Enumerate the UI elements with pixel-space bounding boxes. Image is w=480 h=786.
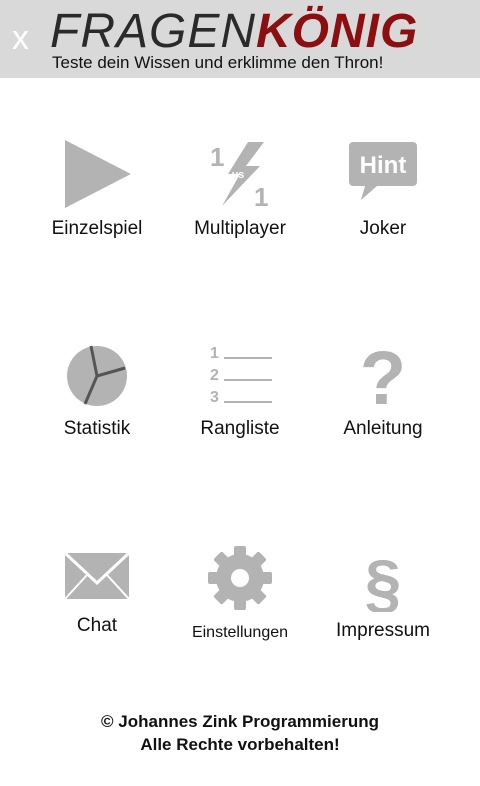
menu-item-statistik[interactable]: Statistik	[22, 342, 172, 472]
footer: © Johannes Zink Programmierung Alle Rech…	[0, 710, 480, 756]
envelope-icon	[63, 551, 131, 600]
multiplayer-top-digit: 1	[210, 142, 224, 172]
hint-bubble-icon: Hint	[349, 142, 417, 200]
menu-item-anleitung[interactable]: ? Anleitung	[308, 342, 458, 472]
menu-item-label: Joker	[359, 218, 407, 239]
menu-item-label: Statistik	[63, 418, 131, 439]
app-header: x FRAGENKÖNIG Teste dein Wissen und erkl…	[0, 0, 480, 78]
question-glyph: ?	[360, 342, 406, 410]
app-title: FRAGENKÖNIG	[50, 6, 418, 58]
menu-item-label: Anleitung	[343, 418, 423, 439]
play-icon	[65, 140, 131, 208]
app-title-part1: FRAGEN	[50, 5, 257, 58]
multiplayer-vs-text: vs	[232, 169, 244, 181]
question-mark-icon: ?	[360, 342, 406, 410]
versus-lightning-icon: 1 vs 1	[210, 142, 268, 210]
menu-item-rangliste[interactable]: 1 2 3 Rangliste	[165, 342, 315, 472]
menu-item-label: Chat	[76, 615, 118, 636]
menu-item-joker[interactable]: Hint Joker	[308, 138, 458, 268]
section-sign-icon: §	[365, 546, 402, 612]
menu-item-einzelspiel[interactable]: Einzelspiel	[22, 138, 172, 268]
rights-text: Alle Rechte vorbehalten!	[140, 735, 340, 754]
rank-3-digit: 3	[210, 389, 219, 406]
pie-chart-icon	[67, 345, 127, 406]
menu-item-label: Multiplayer	[194, 218, 286, 239]
multiplayer-bottom-digit: 1	[254, 182, 268, 210]
menu-item-label: Rangliste	[200, 418, 280, 439]
rank-2-digit: 2	[210, 367, 219, 384]
menu-item-label: Impressum	[336, 620, 430, 641]
app-subtitle: Teste dein Wissen und erklimme den Thron…	[52, 53, 384, 72]
app-title-part2: KÖNIG	[256, 5, 419, 58]
section-glyph: §	[365, 546, 402, 612]
copyright-text: © Johannes Zink Programmierung	[101, 712, 379, 731]
menu-item-multiplayer[interactable]: 1 vs 1 Multiplayer	[165, 138, 315, 268]
menu-item-chat[interactable]: Chat	[22, 547, 172, 677]
gear-icon	[208, 546, 272, 610]
rank-1-digit: 1	[210, 345, 219, 362]
hint-text: Hint	[360, 152, 407, 179]
ranked-list-icon: 1 2 3	[210, 345, 272, 406]
menu-item-label: Einstellungen	[191, 624, 289, 641]
menu-item-impressum[interactable]: § Impressum	[308, 544, 458, 674]
menu-item-label: Einzelspiel	[51, 218, 143, 239]
close-button[interactable]: x	[12, 20, 36, 56]
menu-item-einstellungen[interactable]: Einstellungen	[165, 544, 315, 674]
